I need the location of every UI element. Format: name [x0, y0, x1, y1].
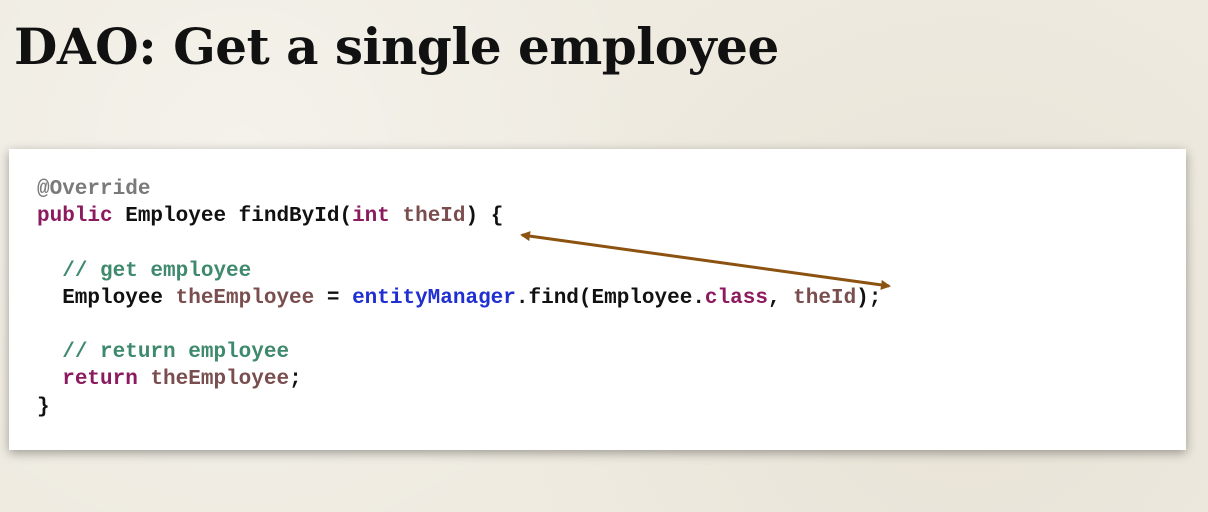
- code-line: @Override: [37, 176, 881, 203]
- code-token-plain: =: [314, 286, 353, 310]
- slide-title: DAO: Get a single employee: [14, 17, 779, 76]
- code-token-plain: }: [37, 395, 50, 419]
- code-line: Employee theEmployee = entityManager.fin…: [37, 285, 881, 312]
- code-token-variable: theEmployee: [175, 286, 315, 310]
- code-token-keyword: public: [37, 205, 113, 229]
- code-token-comment: // return employee: [62, 341, 290, 365]
- code-token-plain: .find(Employee.: [515, 286, 705, 310]
- code-token-annotation: @Override: [37, 178, 151, 201]
- code-token-plain: Employee findById(: [112, 205, 353, 229]
- code-line: }: [37, 394, 881, 421]
- code-token-keyword: class: [704, 286, 768, 310]
- code-token-variable: theId: [402, 205, 466, 229]
- code-line: // get employee: [37, 258, 881, 285]
- code-token-plain: ;: [289, 368, 302, 392]
- code-token-variable: theId: [793, 286, 857, 310]
- code-line: public Employee findById(int theId) {: [37, 203, 881, 230]
- code-token-keyword: return: [62, 368, 138, 392]
- code-token-plain: ) {: [465, 205, 504, 229]
- code-token-plain: );: [856, 286, 882, 310]
- code-token-variable: theEmployee: [150, 368, 290, 392]
- code-token-keyword: int: [352, 205, 390, 229]
- code-line: // return employee: [37, 339, 881, 366]
- code-token-plain: ,: [767, 286, 794, 310]
- code-listing: @Override public Employee findById(int th…: [37, 176, 881, 421]
- code-token-comment: // get employee: [62, 259, 252, 283]
- code-line: return theEmployee;: [37, 366, 881, 393]
- code-token-plain: Employee: [37, 286, 176, 310]
- code-block: @Override public Employee findById(int th…: [9, 149, 1186, 450]
- code-token-field: entityManager: [352, 286, 516, 310]
